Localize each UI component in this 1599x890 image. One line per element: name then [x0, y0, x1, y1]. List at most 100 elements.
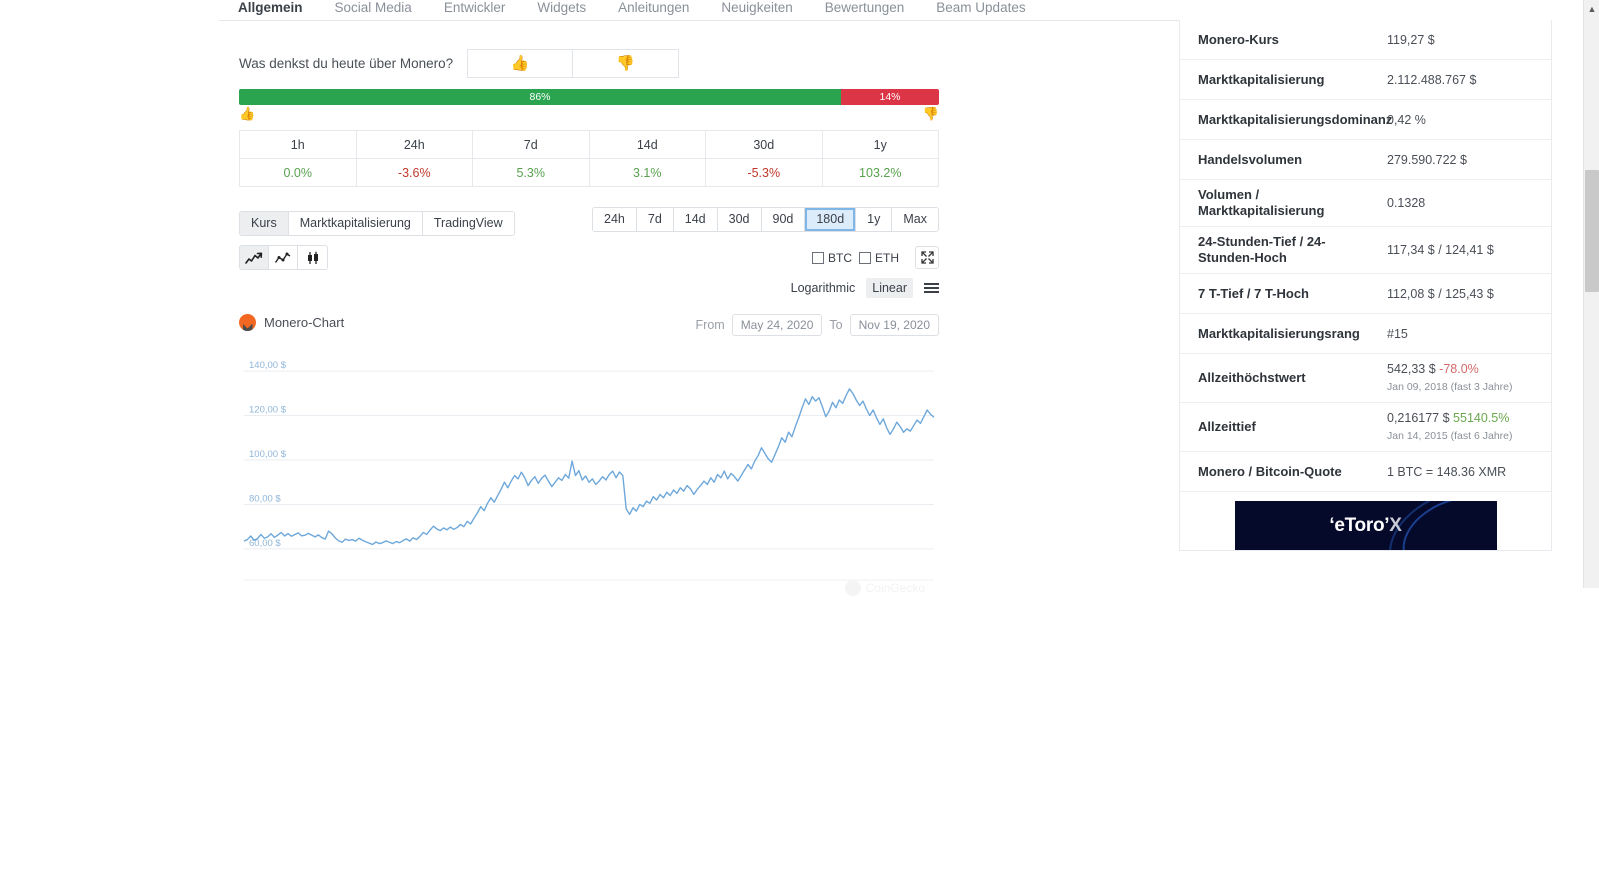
- stat-row-volumen-marktkap: Volumen / Marktkapitalisierung 0.1328: [1180, 180, 1551, 227]
- chart-view-kurs[interactable]: Kurs: [240, 212, 289, 235]
- table-row: 0.0% -3.6% 5.3% 3.1% -5.3% 103.2%: [239, 158, 939, 187]
- chart-view-marktkapitalisierung[interactable]: Marktkapitalisierung: [288, 212, 423, 235]
- from-date-input[interactable]: May 24, 2020: [731, 314, 823, 336]
- chart-view-tradingview[interactable]: TradingView: [422, 212, 514, 235]
- stat-value: 2.112.488.767 $: [1387, 72, 1477, 87]
- vote-button-group: 👍 👎: [467, 48, 680, 78]
- scrollbar-thumb[interactable]: [1585, 170, 1599, 292]
- stat-row-7t-tief-hoch: 7 T-Tief / 7 T-Hoch 112,08 $ / 125,43 $: [1180, 274, 1551, 314]
- chart-range-tabs: 24h 7d 14d 30d 90d 180d 1y Max: [592, 207, 939, 232]
- hamburger-menu-icon[interactable]: [924, 283, 939, 293]
- stat-row-rang: Marktkapitalisierungsrang #15: [1180, 314, 1551, 354]
- compare-eth-label: ETH: [875, 250, 899, 265]
- chart-date-range: From May 24, 2020 To Nov 19, 2020: [696, 314, 939, 336]
- stat-key: 24-Stunden-Tief / 24-Stunden-Hoch: [1198, 234, 1326, 265]
- svg-text:120,00 $: 120,00 $: [249, 405, 287, 416]
- chart-style-buttons: [239, 245, 328, 270]
- tab-anleitungen[interactable]: Anleitungen: [618, 0, 705, 19]
- val-1h: 0.0%: [239, 158, 357, 187]
- range-30d[interactable]: 30d: [717, 208, 762, 231]
- col-30d: 30d: [705, 130, 823, 159]
- stat-value: 0,42 %: [1387, 112, 1426, 127]
- tab-neuigkeiten[interactable]: Neuigkeiten: [721, 0, 808, 19]
- stat-key: Marktkapitalisierungsdominanz: [1198, 111, 1393, 127]
- svg-text:80,00 $: 80,00 $: [249, 493, 281, 504]
- stat-value: 542,33 $: [1387, 362, 1436, 376]
- coin-tabbar: Allgemein Social Media Entwickler Widget…: [219, 0, 1333, 21]
- watermark-label: CoinGecko: [865, 581, 925, 595]
- col-14d: 14d: [588, 130, 706, 159]
- stat-value: 117,34 $ / 124,41 $: [1387, 243, 1494, 257]
- compare-eth[interactable]: ETH: [859, 251, 899, 265]
- vote-up-button[interactable]: 👍: [467, 48, 574, 78]
- scatter-line-icon[interactable]: [269, 246, 298, 269]
- sidebar-ad-slot[interactable]: ‘eToro’X: [1180, 492, 1551, 550]
- price-change-table: 1h 24h 7d 14d 30d 1y 0.0% -3.6% 5.3% 3.1…: [239, 130, 939, 187]
- col-1y: 1y: [821, 130, 939, 159]
- main-content-region: Allgemein Social Media Entwickler Widget…: [219, 0, 1552, 596]
- tab-widgets[interactable]: Widgets: [537, 0, 602, 19]
- stat-key: Allzeittief: [1198, 419, 1256, 434]
- tab-allgemein[interactable]: Allgemein: [238, 0, 319, 19]
- ad-brand-suffix: X: [1389, 514, 1402, 536]
- tab-entwickler[interactable]: Entwickler: [444, 0, 522, 19]
- compare-btc[interactable]: BTC: [812, 251, 852, 265]
- range-24h[interactable]: 24h: [593, 208, 637, 231]
- range-14d[interactable]: 14d: [673, 208, 718, 231]
- stat-value-line: 542,33 $ -78.0%: [1387, 361, 1551, 377]
- stat-key: Handelsvolumen: [1198, 151, 1303, 167]
- checkbox-eth[interactable]: [859, 251, 871, 264]
- stat-key: Volumen / Marktkapitalisierung: [1198, 187, 1325, 218]
- chart-scale-row: Logarithmic Linear: [239, 278, 939, 300]
- range-7d[interactable]: 7d: [636, 208, 674, 231]
- vote-down-button[interactable]: 👎: [573, 48, 680, 78]
- stat-row-allzeittief: Allzeittief 0,216177 $ 55140.5% Jan 14, …: [1180, 403, 1551, 452]
- fullscreen-expand-icon[interactable]: [915, 246, 939, 269]
- coin-stats-sidebar: Monero-Kurs 119,27 $ Marktkapitalisierun…: [1179, 20, 1552, 551]
- checkbox-btc[interactable]: [812, 251, 824, 264]
- thumbs-down-icon: 👎: [922, 106, 939, 121]
- ad-brand: eToro: [1334, 514, 1385, 536]
- stat-key: Marktkapitalisierungsrang: [1198, 325, 1360, 341]
- scale-linear[interactable]: Linear: [866, 278, 913, 298]
- range-180d[interactable]: 180d: [805, 208, 857, 231]
- stat-value: 112,08 $ / 125,43 $: [1387, 286, 1494, 301]
- coingecko-logo-icon: [844, 580, 861, 596]
- to-date-input[interactable]: Nov 19, 2020: [849, 314, 939, 336]
- val-14d: 3.1%: [588, 158, 706, 187]
- sentiment-widget: Was denkst du heute über Monero? 👍 👎: [239, 48, 939, 78]
- scale-logarithmic[interactable]: Logarithmic: [785, 278, 862, 298]
- stat-row-24h-tief-hoch: 24-Stunden-Tief / 24-Stunden-Hoch 117,34…: [1180, 227, 1551, 274]
- candlestick-icon[interactable]: [298, 246, 327, 269]
- stat-key: Monero / Bitcoin-Quote: [1198, 463, 1342, 479]
- range-max[interactable]: Max: [892, 208, 938, 231]
- status-badge: -78.0%: [1439, 362, 1479, 376]
- line-chart-arrow-icon[interactable]: [240, 246, 269, 269]
- stat-value: 0.1328: [1387, 196, 1426, 210]
- price-chart[interactable]: 140,00 $120,00 $100,00 $80,00 $60,00 $ C…: [239, 346, 939, 596]
- tab-beam-updates[interactable]: Beam Updates: [936, 0, 1041, 19]
- page-root: Allgemein Social Media Entwickler Widget…: [0, 0, 1599, 890]
- page-title: Monero-Chart: [264, 315, 345, 330]
- chevron-up-icon[interactable]: ▲: [1584, 2, 1599, 16]
- stat-value-group: 0,216177 $ 55140.5% Jan 14, 2015 (fast 6…: [1387, 410, 1551, 444]
- table-header-row: 1h 24h 7d 14d 30d 1y: [239, 130, 939, 159]
- col-1h: 1h: [239, 130, 357, 159]
- sentiment-bar: 86% 14%: [239, 89, 939, 105]
- tab-bewertungen[interactable]: Bewertungen: [825, 0, 921, 19]
- status-badge: 55140.5%: [1453, 411, 1510, 425]
- monero-logo-icon: [239, 314, 256, 331]
- tab-social-media[interactable]: Social Media: [335, 0, 428, 19]
- stat-value: 119,27 $: [1387, 32, 1435, 47]
- etorox-logo: ‘eToro’X: [1329, 514, 1402, 536]
- etorox-ad-banner[interactable]: ‘eToro’X: [1234, 501, 1497, 550]
- range-1y[interactable]: 1y: [856, 208, 893, 231]
- val-24h: -3.6%: [355, 158, 473, 187]
- thumbs-down-icon: 👎: [616, 55, 635, 72]
- page-scrollbar[interactable]: ▲: [1583, 0, 1599, 588]
- val-30d: -5.3%: [705, 158, 823, 187]
- stat-key: Monero-Kurs: [1198, 31, 1279, 47]
- chart-view-tabs: Kurs Marktkapitalisierung TradingView: [239, 211, 515, 236]
- range-90d[interactable]: 90d: [761, 208, 806, 231]
- stat-value: 1 BTC = 148.36 XMR: [1387, 464, 1507, 479]
